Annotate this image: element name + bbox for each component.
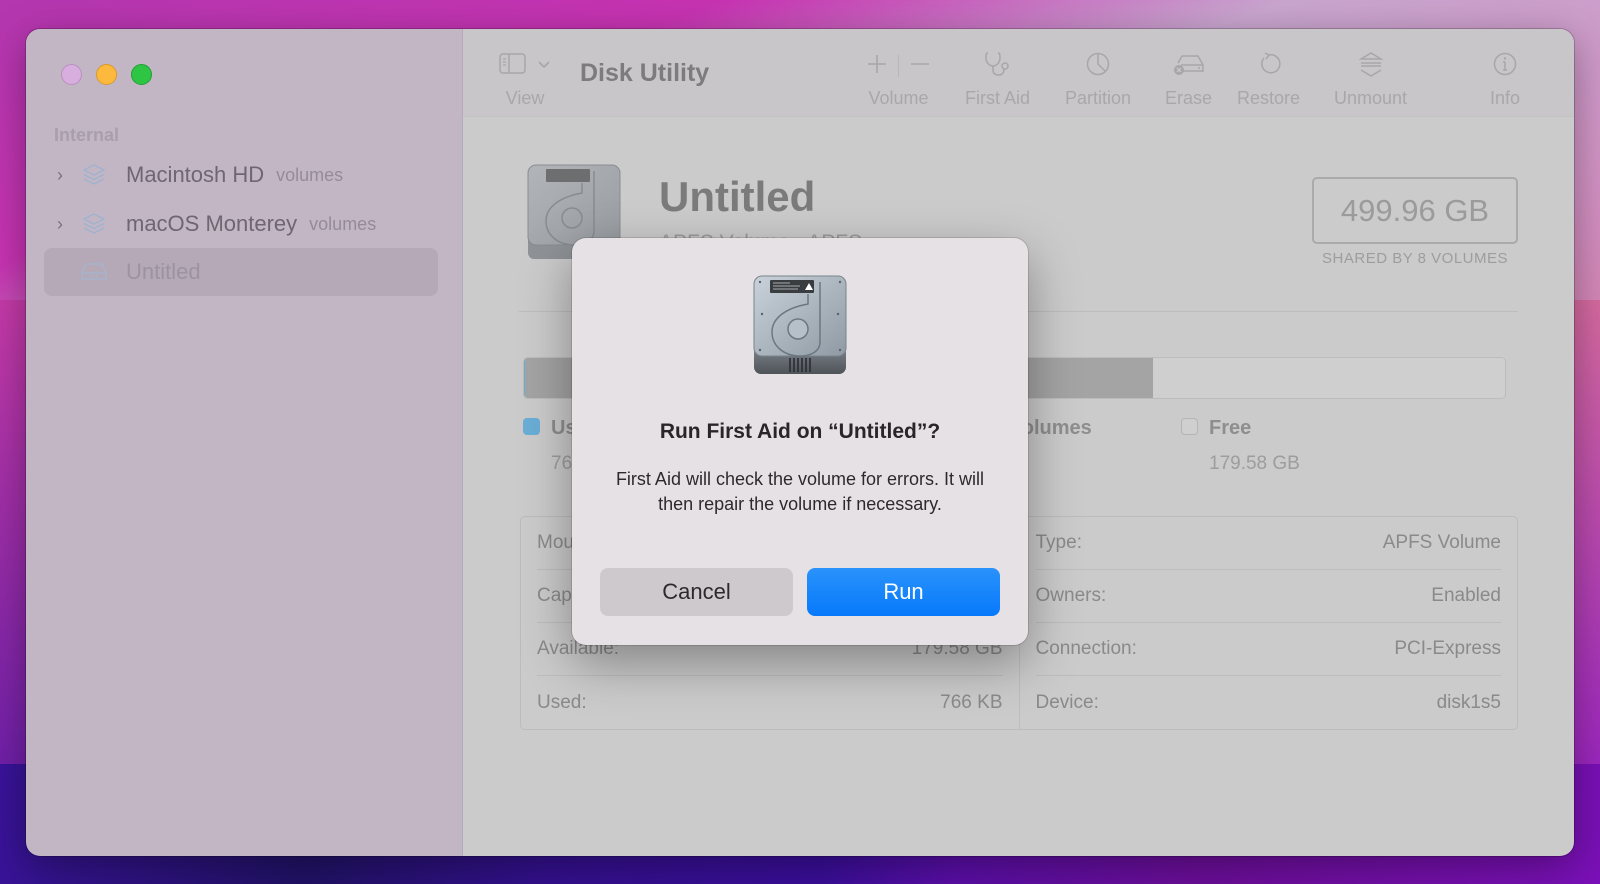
erase-drive-icon [1172,51,1206,82]
view-label: View [505,88,545,108]
add-volume-icon[interactable] [866,53,888,80]
app-title: Disk Utility [580,59,710,87]
info-key: Device: [1035,691,1099,713]
info-key: Owners: [1035,585,1107,606]
stethoscope-icon [983,50,1013,83]
info-row: Owners: Enabled [1035,570,1501,623]
sidebar-item-label: Untitled [126,259,201,284]
info-button[interactable]: Info [1490,47,1520,109]
restore-button[interactable]: Restore [1237,47,1300,109]
sidebar-section-internal: Internal [54,125,120,145]
volume-button[interactable]: Volume [866,47,931,109]
run-button[interactable]: Run [807,568,1000,616]
info-row: Used: 766 KB [537,676,1003,729]
capacity-caption: SHARED BY 8 VOLUMES [1322,250,1508,267]
first-aid-button[interactable]: First Aid [965,47,1030,109]
info-key: Used: [537,691,587,713]
close-button[interactable] [61,64,82,85]
unmount-icon [1357,50,1384,83]
sidebar-item-macos-monterey[interactable]: › macOS Monterey volumes [44,200,438,248]
info-key: Connection: [1035,638,1137,659]
sidebar-item-label: Macintosh HD [126,162,265,187]
cancel-button[interactable]: Cancel [600,568,793,616]
chevron-right-icon[interactable]: › [46,165,74,186]
info-row: Connection: PCI-Express [1035,623,1501,676]
restore-label: Restore [1237,88,1301,108]
zoom-button[interactable] [131,64,152,85]
legend-value: 179.58 GB [1209,453,1300,474]
minimize-button[interactable] [96,64,117,85]
first-aid-label: First Aid [965,88,1031,108]
sidebar-item-label: macOS Monterey [126,211,298,236]
info-row: Type: APFS Volume [1035,517,1501,570]
erase-label: Erase [1165,88,1213,108]
info-value: APFS Volume [1382,532,1501,553]
remove-volume-icon[interactable] [909,53,931,80]
unmount-label: Unmount [1334,88,1408,108]
dialog-message: First Aid will check the volume for erro… [615,469,985,514]
usage-segment-free [1152,358,1505,398]
info-icon [1492,51,1518,82]
capacity-box: 499.96 GB [1312,177,1518,244]
view-button[interactable]: View [499,47,551,109]
legend-swatch-used [523,418,540,435]
chevron-down-icon [537,57,551,75]
sidebar-toggle-icon [499,52,527,80]
window-controls [61,64,152,85]
drive-icon [74,261,114,283]
restore-arrow-icon [1256,51,1282,82]
info-column-right: Type: APFS Volume Owners: Enabled Connecti… [1020,517,1518,729]
legend-label: Free [1209,417,1252,439]
partition-button[interactable]: Partition [1065,47,1131,109]
info-row: Device: disk1s5 [1036,676,1502,729]
layers-icon [74,162,114,188]
erase-button[interactable]: Erase [1165,47,1212,109]
sidebar: Internal › Macintosh HD volumes › macOS … [26,29,463,856]
info-value: PCI-Express [1394,638,1501,659]
layers-icon [74,211,114,237]
info-value: disk1s5 [1436,691,1501,713]
legend-swatch-free [1181,418,1198,435]
divider [898,55,899,77]
info-label: Info [1490,88,1521,108]
sidebar-item-untitled[interactable]: Untitled [44,248,438,296]
unmount-button[interactable]: Unmount [1334,47,1407,109]
sidebar-item-macintosh-hd[interactable]: › Macintosh HD volumes [44,151,438,199]
chevron-right-icon[interactable]: › [46,214,74,235]
volume-label: Volume [868,88,929,108]
partition-label: Partition [1065,88,1132,108]
info-value: Enabled [1431,585,1501,606]
sidebar-item-sublabel: volumes [309,213,377,234]
pie-chart-icon [1085,51,1111,82]
dialog-title: Run First Aid on “Untitled”? [659,420,941,443]
sidebar-item-sublabel: volumes [276,164,344,185]
info-value: 766 KB [940,691,1003,713]
hard-drive-icon [750,274,850,383]
volume-title: Untitled [659,173,816,220]
first-aid-dialog: Run First Aid on “Untitled”? First Aid w… [572,238,1028,645]
info-key: Type: [1035,532,1082,553]
toolbar: View Disk Utility Volume First Aid Parti… [463,29,1574,117]
